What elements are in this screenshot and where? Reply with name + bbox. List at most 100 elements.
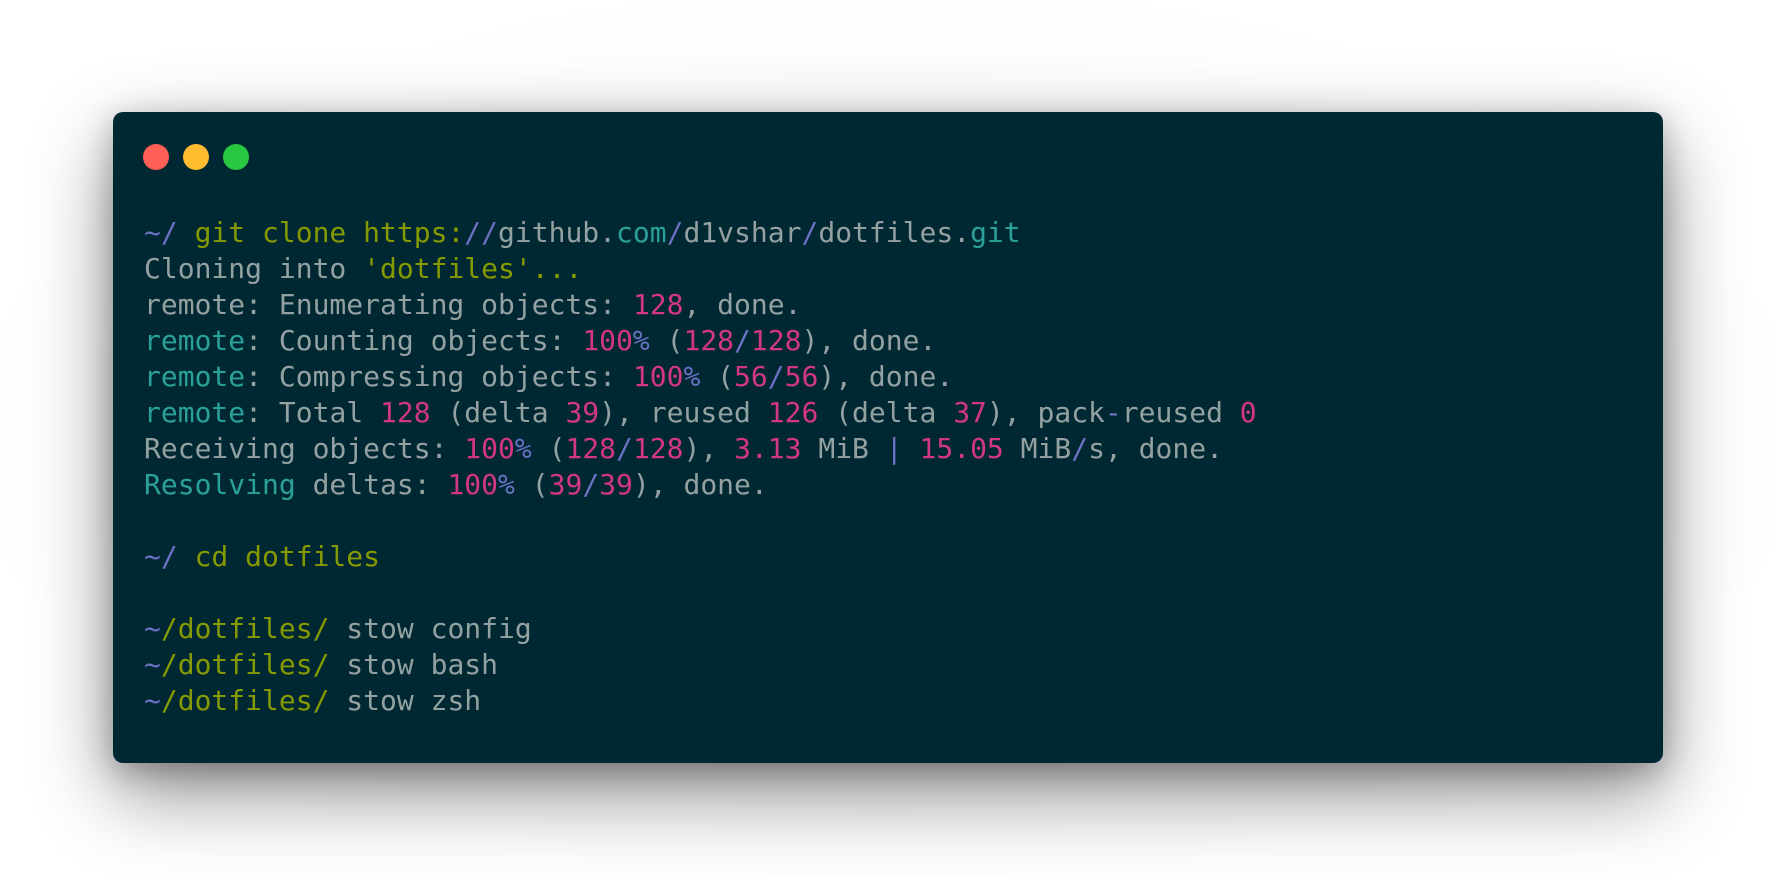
terminal-text-segment: ~ <box>144 684 161 717</box>
terminal-text-segment: 128 <box>632 432 684 465</box>
terminal-text-segment: ), pack <box>986 396 1105 429</box>
terminal-text-segment: remote <box>144 324 246 357</box>
terminal-text-segment: ), done. <box>801 324 937 357</box>
terminal-text-segment: (delta <box>818 396 954 429</box>
terminal-text-segment: / <box>767 360 785 393</box>
terminal-text-segment: s, done. <box>1088 432 1223 465</box>
terminal-text-segment: ( <box>700 360 735 393</box>
terminal-text-segment: stow zsh <box>329 684 482 717</box>
terminal-text-segment: ), <box>683 432 735 465</box>
terminal-text-segment: 128 <box>750 324 802 357</box>
terminal-line: remote: Enumerating objects: 128, done. <box>144 287 1257 323</box>
terminal-text-segment: /dotfiles/ <box>160 612 330 645</box>
terminal-text-segment: % <box>514 432 532 465</box>
terminal-text-segment: 39 <box>565 396 600 429</box>
terminal-text-segment: /dotfiles/ <box>160 648 330 681</box>
terminal-text-segment: remote <box>144 360 246 393</box>
terminal-text-segment: Cloning into <box>144 252 364 285</box>
terminal-text-segment: ), reused <box>599 396 768 429</box>
terminal-text-segment: 100 <box>582 324 633 357</box>
page-background: ~/ git clone https://github.com/d1vshar/… <box>0 0 1774 876</box>
terminal-text-segment: // <box>464 216 499 249</box>
terminal-text-segment: 56 <box>734 360 768 393</box>
terminal-line: Cloning into 'dotfiles'... <box>144 251 1257 287</box>
window-controls <box>143 144 249 170</box>
terminal-text-segment: com <box>616 216 667 249</box>
terminal-text-segment: d1vshar <box>683 216 802 249</box>
terminal-text-segment: 100 <box>447 468 499 501</box>
terminal-text-segment: . <box>953 216 971 249</box>
terminal-text-segment: cd dotfiles <box>177 540 381 573</box>
terminal-text-segment: reused <box>1121 396 1240 429</box>
terminal-text-segment: MiB <box>1003 432 1072 465</box>
terminal-text-segment: ~ <box>144 648 161 681</box>
terminal-text-segment: / <box>1071 432 1089 465</box>
terminal-line: Resolving deltas: 100% (39/39), done. <box>144 467 1257 503</box>
terminal-text-segment: ( <box>514 468 549 501</box>
terminal-text-segment: deltas: <box>295 468 448 501</box>
terminal-line: remote: Total 128 (delta 39), reused 126… <box>144 395 1257 431</box>
terminal-text-segment: stow config <box>329 612 532 645</box>
terminal-text-segment: . <box>599 216 617 249</box>
terminal-text-segment: / <box>616 432 633 465</box>
terminal-text-segment: / <box>801 216 819 249</box>
terminal-text-segment: 'dotfiles'... <box>363 252 583 285</box>
terminal-text-segment: / <box>160 216 178 249</box>
terminal-text-segment: : Compressing objects: <box>245 360 633 393</box>
minimize-window-button[interactable] <box>183 144 209 170</box>
terminal-text-segment: % <box>683 360 701 393</box>
terminal-text-segment: remote: Enumerating objects: <box>144 288 633 321</box>
terminal-text-segment: 39 <box>599 468 633 501</box>
terminal-text-segment: git clone https: <box>177 216 465 249</box>
terminal-text-segment: - <box>1104 396 1122 429</box>
terminal-line: Receiving objects: 100% (128/128), 3.13 … <box>144 431 1257 467</box>
terminal-line: remote: Compressing objects: 100% (56/56… <box>144 359 1257 395</box>
terminal-text-segment: github <box>498 216 600 249</box>
terminal-window: ~/ git clone https://github.com/d1vshar/… <box>113 112 1663 763</box>
terminal-text-segment: / <box>160 540 178 573</box>
terminal-text-segment: / <box>734 324 751 357</box>
terminal-line: ~/ git clone https://github.com/d1vshar/… <box>144 215 1257 251</box>
terminal-text-segment: 128 <box>380 396 431 429</box>
terminal-output[interactable]: ~/ git clone https://github.com/d1vshar/… <box>144 215 1257 719</box>
terminal-text-segment: 15.05 <box>919 432 1004 465</box>
terminal-text-segment: ), done. <box>632 468 768 501</box>
close-window-button[interactable] <box>143 144 169 170</box>
terminal-text-segment: dotfiles <box>818 216 954 249</box>
terminal-text-segment: 128 <box>565 432 617 465</box>
terminal-text-segment: % <box>632 324 650 357</box>
terminal-text-segment: Resolving <box>144 468 296 501</box>
terminal-text-segment: 56 <box>784 360 819 393</box>
terminal-text-segment: : Total <box>245 396 381 429</box>
terminal-text-segment: | <box>885 432 903 465</box>
terminal-text-segment: 37 <box>953 396 987 429</box>
terminal-text-segment: 100 <box>632 360 684 393</box>
terminal-line: ~/dotfiles/ stow zsh <box>144 683 1257 719</box>
terminal-text-segment: 126 <box>767 396 819 429</box>
terminal-text-segment: ~ <box>144 612 161 645</box>
terminal-text-segment: ~ <box>144 540 161 573</box>
terminal-text-segment: 39 <box>548 468 583 501</box>
terminal-text-segment: , done. <box>683 288 802 321</box>
terminal-text-segment: (delta <box>430 396 566 429</box>
terminal-text-segment: 128 <box>683 324 735 357</box>
terminal-text-segment: : Counting objects: <box>245 324 583 357</box>
terminal-text-segment: 3.13 <box>734 432 802 465</box>
terminal-text-segment: stow bash <box>329 648 499 681</box>
terminal-text-segment: MiB <box>801 432 886 465</box>
terminal-text-segment: 100 <box>464 432 515 465</box>
terminal-text-segment: 0 <box>1239 396 1257 429</box>
terminal-text-segment: /dotfiles/ <box>160 684 330 717</box>
terminal-text-segment: / <box>582 468 600 501</box>
zoom-window-button[interactable] <box>223 144 249 170</box>
terminal-text-segment: ( <box>531 432 566 465</box>
terminal-text-segment: ( <box>649 324 684 357</box>
terminal-text-segment: Receiving objects: <box>144 432 465 465</box>
terminal-text-segment: % <box>498 468 515 501</box>
terminal-text-segment: 128 <box>632 288 684 321</box>
terminal-text-segment: ), done. <box>818 360 954 393</box>
terminal-text-segment: ~ <box>144 216 161 249</box>
